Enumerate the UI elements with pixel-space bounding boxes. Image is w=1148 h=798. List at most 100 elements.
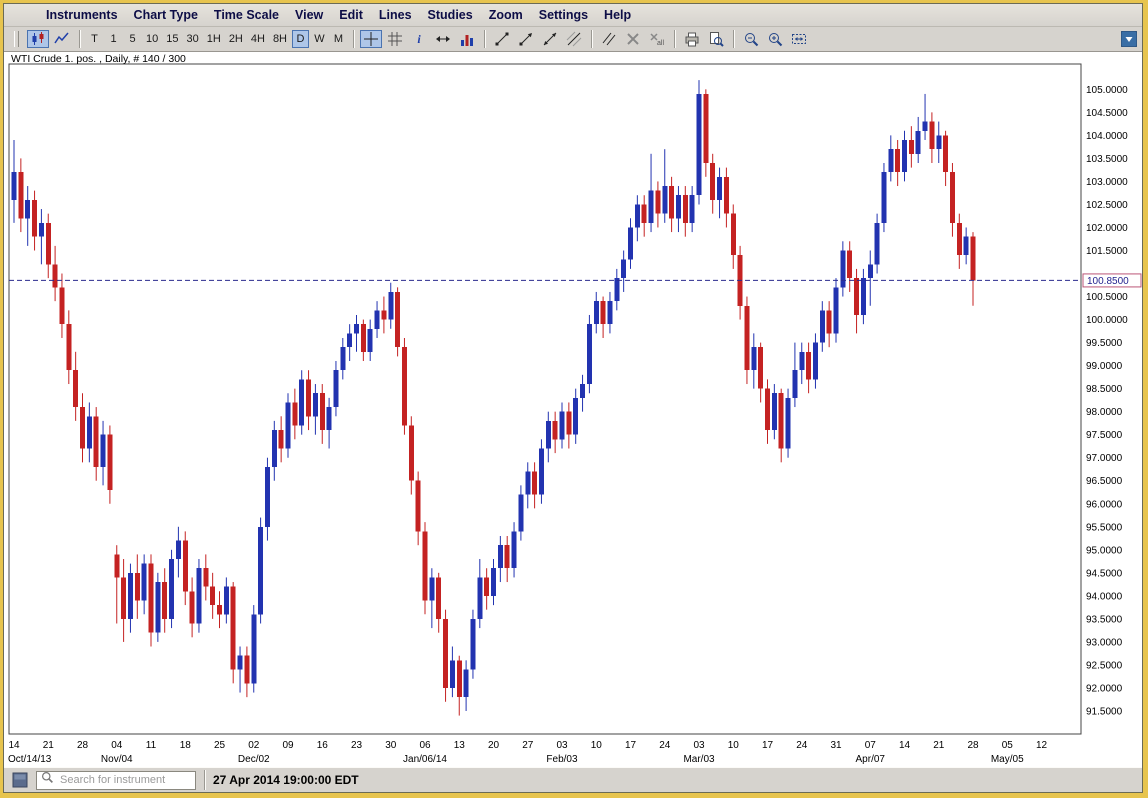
toolbar-grip[interactable] <box>14 31 19 47</box>
candle-body <box>731 214 736 255</box>
ray-line-button[interactable] <box>515 30 537 48</box>
month-label: Oct/14/13 <box>8 754 52 765</box>
parallel-lines-button[interactable] <box>598 30 620 48</box>
trend-line-button[interactable] <box>491 30 513 48</box>
candle-body <box>176 541 181 559</box>
timeframe-button-d[interactable]: D <box>292 30 309 48</box>
candle-body <box>333 370 338 407</box>
ray-line-icon <box>518 31 534 47</box>
candle-body <box>518 495 523 532</box>
print-preview-button[interactable] <box>705 30 727 48</box>
menu-item-settings[interactable]: Settings <box>531 6 596 24</box>
candlestick-chart-button[interactable] <box>27 30 49 48</box>
candle-body <box>642 204 647 222</box>
candlestick-chart-icon <box>30 31 46 47</box>
candle-body <box>895 149 900 172</box>
candle-body <box>196 568 201 623</box>
info-button[interactable]: i <box>408 30 430 48</box>
y-axis-label: 100.0000 <box>1086 315 1128 326</box>
timeframe-button-1[interactable]: 1 <box>105 30 122 48</box>
search-input[interactable] <box>58 773 191 787</box>
y-axis-label: 93.5000 <box>1086 614 1123 625</box>
regression-line-button[interactable] <box>563 30 585 48</box>
candle-body <box>347 333 352 347</box>
toolbar-separator <box>79 30 80 48</box>
candle-body <box>423 531 428 600</box>
candle-body <box>155 582 160 633</box>
toolbar-separator <box>353 30 354 48</box>
menu-item-edit[interactable]: Edit <box>331 6 371 24</box>
grid-button[interactable] <box>384 30 406 48</box>
expand-horizontal-button[interactable] <box>432 30 454 48</box>
candle-body <box>409 425 414 480</box>
candle-body <box>313 393 318 416</box>
menu-item-chart-type[interactable]: Chart Type <box>126 6 206 24</box>
timeframe-button-15[interactable]: 15 <box>163 30 181 48</box>
candle-body <box>279 430 284 448</box>
menu-item-lines[interactable]: Lines <box>371 6 420 24</box>
timeframe-button-t[interactable]: T <box>86 30 103 48</box>
x-axis-tick-label: 24 <box>796 740 808 751</box>
x-axis-tick-label: 27 <box>522 740 534 751</box>
zoom-fit-button[interactable] <box>788 30 810 48</box>
candle-body <box>162 582 167 619</box>
candle-body <box>710 163 715 200</box>
candle-body <box>594 301 599 324</box>
menu-item-view[interactable]: View <box>287 6 331 24</box>
timeframe-button-10[interactable]: 10 <box>143 30 161 48</box>
candle-body <box>683 195 688 223</box>
zoom-in-button[interactable] <box>764 30 786 48</box>
y-axis-label: 98.5000 <box>1086 384 1123 395</box>
app-window: InstrumentsChart TypeTime ScaleViewEditL… <box>3 3 1143 793</box>
delete-all-drawings-button[interactable]: all <box>646 30 668 48</box>
candle-body <box>580 384 585 398</box>
candle-body <box>669 186 674 218</box>
menu-item-studies[interactable]: Studies <box>420 6 481 24</box>
timeframe-button-30[interactable]: 30 <box>184 30 202 48</box>
timeframe-button-2h[interactable]: 2H <box>226 30 246 48</box>
y-axis-label: 105.0000 <box>1086 85 1128 96</box>
candle-body <box>936 135 941 149</box>
candle-body <box>532 472 537 495</box>
timeframe-button-m[interactable]: M <box>330 30 347 48</box>
candle-body <box>292 402 297 425</box>
x-axis-tick-label: 17 <box>762 740 774 751</box>
crosshair-button[interactable] <box>360 30 382 48</box>
menu-item-time-scale[interactable]: Time Scale <box>206 6 287 24</box>
svg-text:all: all <box>657 40 664 47</box>
price-marker-label: 100.8500 <box>1087 276 1129 287</box>
candle-body <box>320 393 325 430</box>
y-axis-label: 96.0000 <box>1086 499 1123 510</box>
print-button[interactable] <box>681 30 703 48</box>
line-chart-button[interactable] <box>51 30 73 48</box>
zoom-out-button[interactable] <box>740 30 762 48</box>
y-axis-label: 102.5000 <box>1086 200 1128 211</box>
candle-body <box>868 264 873 278</box>
month-label: May/05 <box>991 754 1024 765</box>
regression-line-icon <box>566 31 582 47</box>
candle-body <box>238 656 243 670</box>
candle-body <box>539 449 544 495</box>
volume-button[interactable] <box>456 30 478 48</box>
timeframe-button-5[interactable]: 5 <box>124 30 141 48</box>
timeframe-button-4h[interactable]: 4H <box>248 30 268 48</box>
menu-item-help[interactable]: Help <box>596 6 639 24</box>
timeframe-button-w[interactable]: W <box>311 30 328 48</box>
candle-body <box>964 237 969 255</box>
chart-canvas[interactable]: 105.0000104.5000104.0000103.5000103.0000… <box>4 52 1142 767</box>
candle-body <box>676 195 681 218</box>
x-axis-tick-label: 05 <box>1002 740 1014 751</box>
candle-body <box>662 186 667 214</box>
panel-toggle-button[interactable] <box>1121 31 1137 47</box>
y-axis-label: 92.5000 <box>1086 660 1123 671</box>
chart-area[interactable]: WTI Crude 1. pos. , Daily, # 140 / 300 1… <box>4 52 1142 767</box>
delete-drawing-button[interactable] <box>622 30 644 48</box>
timeframe-button-8h[interactable]: 8H <box>270 30 290 48</box>
menu-item-instruments[interactable]: Instruments <box>38 6 126 24</box>
candle-body <box>402 347 407 425</box>
candle-body <box>847 250 852 278</box>
menu-item-zoom[interactable]: Zoom <box>481 6 531 24</box>
extended-line-button[interactable] <box>539 30 561 48</box>
timeframe-button-1h[interactable]: 1H <box>204 30 224 48</box>
search-box[interactable] <box>36 771 196 790</box>
